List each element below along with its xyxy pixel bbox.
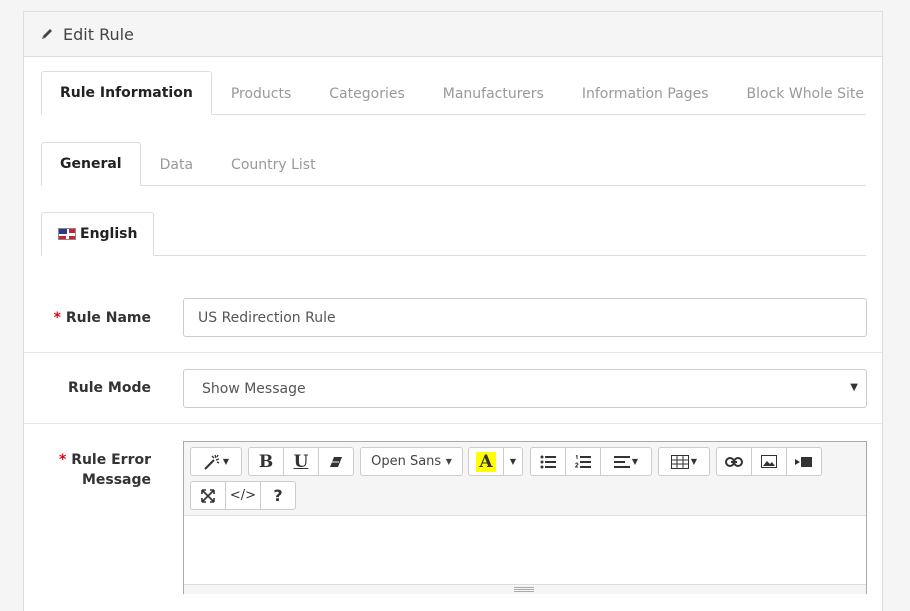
tab-categories[interactable]: Categories xyxy=(310,71,423,115)
rule-mode-row: Rule Mode Show Message ▼ xyxy=(24,353,882,424)
sub-tabs: General Data Country List xyxy=(41,142,866,186)
numbered-list-icon xyxy=(575,454,591,469)
tab-information-pages[interactable]: Information Pages xyxy=(563,71,728,115)
editor-resize-bar[interactable] xyxy=(184,584,866,594)
bullet-list-icon xyxy=(540,455,556,469)
table-dropdown-button[interactable]: ▼ xyxy=(658,447,710,476)
select-caret-icon: ▼ xyxy=(850,382,858,393)
uk-flag-icon xyxy=(58,228,76,240)
insert-image-button[interactable] xyxy=(751,447,787,476)
image-icon xyxy=(761,455,777,468)
chevron-down-icon: ▼ xyxy=(631,457,639,466)
insert-link-button[interactable] xyxy=(716,447,752,476)
fullscreen-icon xyxy=(201,488,215,503)
pencil-icon xyxy=(40,27,54,41)
rule-name-row: * Rule Name US Redirection Rule xyxy=(24,280,882,353)
tab-country-list[interactable]: Country List xyxy=(212,142,335,186)
rule-error-message-label: * Rule Error Message xyxy=(58,452,151,488)
link-icon xyxy=(725,456,743,467)
ordered-list-button[interactable] xyxy=(565,447,601,476)
chevron-down-icon: ▼ xyxy=(690,457,698,466)
tab-rule-information[interactable]: Rule Information xyxy=(41,71,212,115)
unordered-list-button[interactable] xyxy=(530,447,566,476)
bold-button[interactable]: B xyxy=(248,447,284,476)
language-label: English xyxy=(80,226,138,242)
tab-general[interactable]: General xyxy=(41,142,141,186)
panel-title: Edit Rule xyxy=(63,24,134,44)
resize-grip-icon[interactable] xyxy=(514,587,534,592)
video-icon xyxy=(795,456,813,468)
color-dropdown-button[interactable]: ▼ xyxy=(503,447,523,476)
eraser-icon xyxy=(329,456,343,468)
style-button[interactable]: ▼ xyxy=(190,447,242,476)
help-button[interactable]: ? xyxy=(260,481,296,510)
highlight-color-button[interactable]: A xyxy=(468,447,504,476)
edit-rule-panel: Edit Rule Rule Information Products Cate… xyxy=(23,11,883,611)
rule-mode-select[interactable]: Show Message ▼ xyxy=(183,369,867,408)
panel-heading: Edit Rule xyxy=(24,12,882,57)
align-left-icon xyxy=(613,455,630,468)
chevron-down-icon: ▼ xyxy=(443,457,452,466)
rule-mode-label: Rule Mode xyxy=(68,380,151,396)
rich-text-editor: ▼ B U Open Sans ▼ A ▼ ▼ ▼ </> ? xyxy=(183,441,867,594)
editor-content-area[interactable] xyxy=(184,516,866,584)
fullscreen-button[interactable] xyxy=(190,481,226,510)
tab-products[interactable]: Products xyxy=(212,71,310,115)
rule-name-label: * Rule Name xyxy=(53,310,151,326)
font-color-icon: A xyxy=(476,451,496,472)
rule-tabs: Rule Information Products Categories Man… xyxy=(41,71,866,115)
tab-block-whole-site[interactable]: Block Whole Site xyxy=(728,71,883,115)
chevron-down-icon: ▼ xyxy=(222,457,230,466)
tab-data[interactable]: Data xyxy=(141,142,212,186)
editor-toolbar: ▼ B U Open Sans ▼ A ▼ ▼ ▼ </> ? xyxy=(184,442,866,516)
magic-wand-icon xyxy=(203,454,221,470)
paragraph-align-dropdown[interactable]: ▼ xyxy=(600,447,652,476)
rule-name-input[interactable]: US Redirection Rule xyxy=(183,298,867,337)
tab-english[interactable]: English xyxy=(41,212,155,256)
clear-format-button[interactable] xyxy=(318,447,354,476)
code-view-button[interactable]: </> xyxy=(225,481,261,510)
tab-manufacturers[interactable]: Manufacturers xyxy=(424,71,563,115)
font-name-dropdown[interactable]: Open Sans ▼ xyxy=(360,447,463,476)
table-icon xyxy=(670,454,689,469)
underline-button[interactable]: U xyxy=(283,447,319,476)
chevron-down-icon: ▼ xyxy=(509,457,517,466)
required-mark: * xyxy=(53,310,61,326)
insert-video-button[interactable] xyxy=(786,447,822,476)
language-tabs: English xyxy=(41,212,866,256)
